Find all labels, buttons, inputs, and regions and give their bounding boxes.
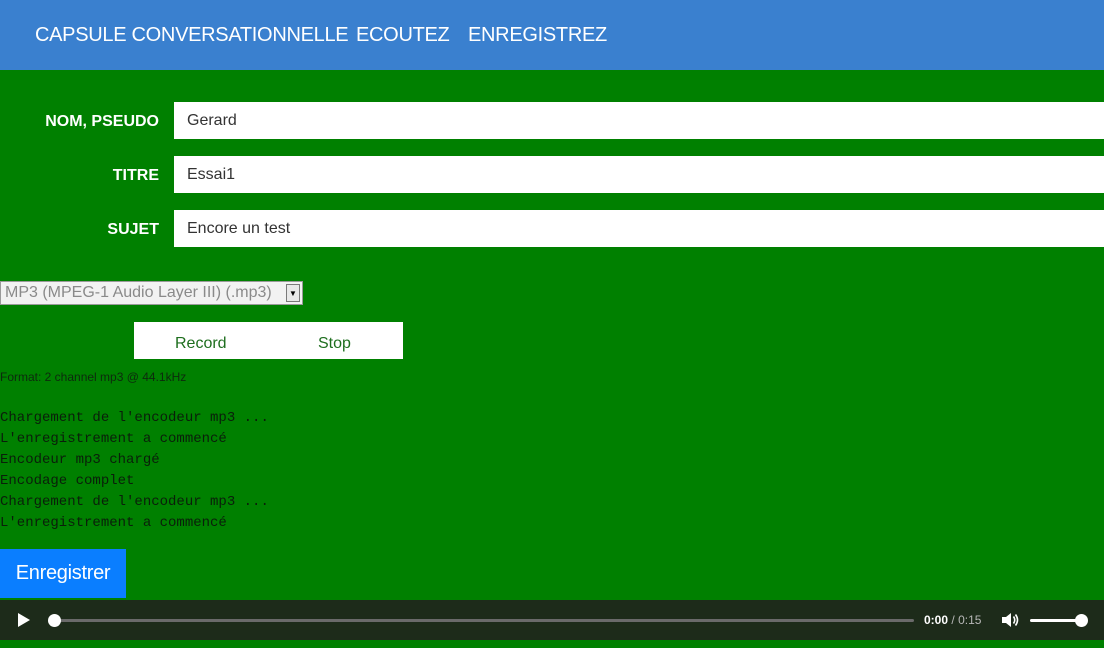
format-select-value: MP3 (MPEG-1 Audio Layer III) (.mp3) xyxy=(5,284,272,301)
log-line: Encodeur mp3 chargé xyxy=(0,452,160,468)
current-time: 0:00 xyxy=(924,613,949,627)
nav-enregistrez[interactable]: ENREGISTREZ xyxy=(468,24,607,47)
time-separator: / xyxy=(951,613,955,627)
volume-handle[interactable] xyxy=(1075,614,1088,627)
recording-log: Chargement de l'encodeur mp3 ... L'enreg… xyxy=(0,408,269,534)
recorder-controls: Record Stop xyxy=(134,322,403,359)
time-display: 0:00 / 0:15 xyxy=(924,613,981,627)
title-input[interactable] xyxy=(174,156,1104,193)
save-button[interactable]: Enregistrer xyxy=(0,549,126,598)
navbar: CAPSULE CONVERSATIONNELLE ECOUTEZ ENREGI… xyxy=(0,0,1104,70)
log-line: L'enregistrement a commencé xyxy=(0,515,227,531)
chevron-down-icon: ▼ xyxy=(286,284,300,302)
stop-button[interactable]: Stop xyxy=(318,335,351,353)
format-select[interactable]: MP3 (MPEG-1 Audio Layer III) (.mp3) ▼ xyxy=(0,281,303,305)
log-line: Chargement de l'encodeur mp3 ... xyxy=(0,494,269,510)
nav-capsule-conversationnelle[interactable]: CAPSULE CONVERSATIONNELLE xyxy=(35,24,349,47)
seek-bar[interactable] xyxy=(54,619,914,622)
name-input[interactable] xyxy=(174,102,1104,139)
total-time: 0:15 xyxy=(958,613,982,627)
record-button[interactable]: Record xyxy=(175,335,227,353)
name-label: NOM, PSEUDO xyxy=(45,113,159,130)
format-info: Format: 2 channel mp3 @ 44.1kHz xyxy=(0,370,187,384)
nav-ecoutez[interactable]: ECOUTEZ xyxy=(356,24,450,47)
title-label: TITRE xyxy=(112,167,159,184)
log-line: Encodage complet xyxy=(0,473,135,489)
subject-label: SUJET xyxy=(107,221,159,238)
log-line: Chargement de l'encodeur mp3 ... xyxy=(0,410,269,426)
volume-icon[interactable] xyxy=(1000,611,1020,629)
subject-input[interactable] xyxy=(174,210,1104,247)
audio-player: 0:00 / 0:15 xyxy=(0,600,1104,640)
seek-handle[interactable] xyxy=(48,614,61,627)
play-icon[interactable] xyxy=(18,613,30,627)
log-line: L'enregistrement a commencé xyxy=(0,431,227,447)
